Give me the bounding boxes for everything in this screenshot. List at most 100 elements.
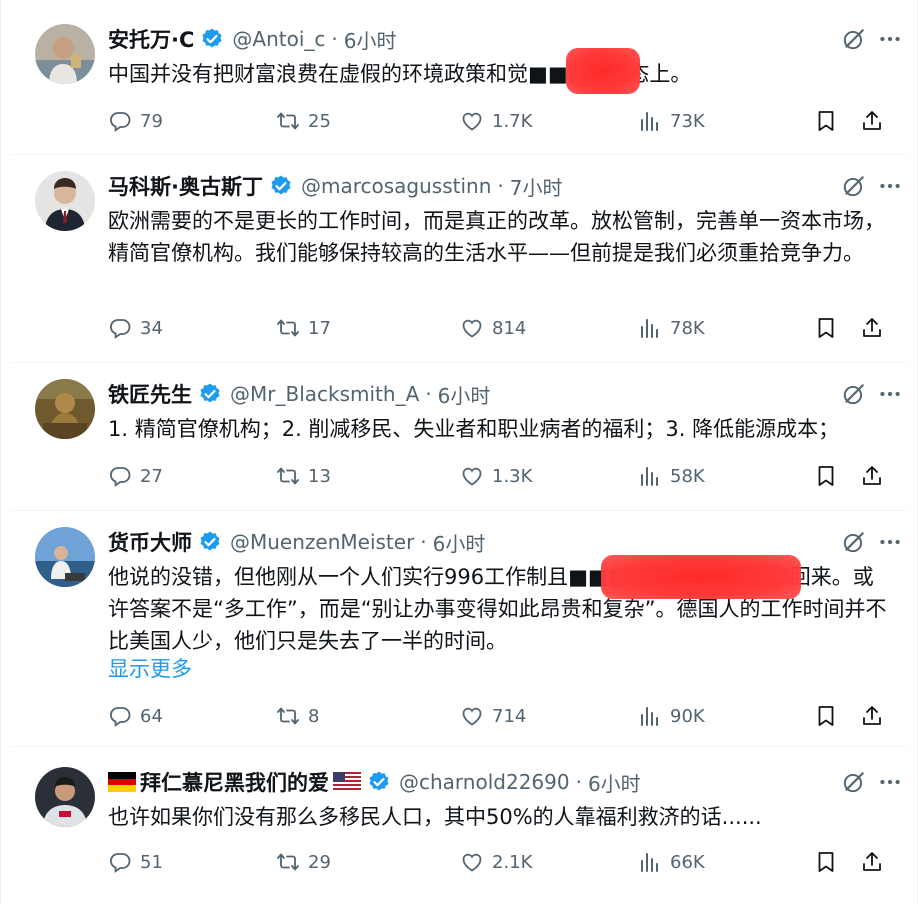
avatar[interactable]	[35, 171, 95, 231]
views-icon	[638, 704, 662, 728]
display-name[interactable]: 货币大师	[108, 527, 192, 557]
share-icon	[860, 704, 884, 728]
germany-flag-icon	[108, 772, 136, 792]
tweet-text: 中国并没有把财富浪费在虚假的环境政策和觉■■■■形态上。	[108, 62, 692, 86]
share-icon	[860, 464, 884, 488]
more-icon[interactable]	[877, 769, 903, 795]
share-button[interactable]	[860, 313, 884, 343]
retweet-icon	[276, 109, 300, 133]
display-name[interactable]: 拜仁慕尼黑我们的爱	[140, 767, 329, 797]
retweet-button[interactable]: 29	[276, 847, 331, 877]
share-button[interactable]	[860, 461, 884, 491]
tweet-card[interactable]: 铁匠先生 @Mr_Blacksmith_A · 6小时 1. 精简官僚机构；2.…	[11, 363, 907, 511]
user-handle[interactable]: @MuenzenMeister	[230, 530, 414, 554]
reply-button[interactable]: 79	[108, 106, 163, 136]
more-icon[interactable]	[877, 173, 903, 199]
avatar[interactable]	[35, 767, 95, 827]
user-handle[interactable]: @marcosagusstinn	[301, 174, 491, 198]
like-count: 1.7K	[492, 110, 533, 132]
user-handle[interactable]: @Mr_Blacksmith_A	[230, 382, 419, 406]
show-more-link[interactable]: 显示更多	[108, 653, 192, 683]
timestamp[interactable]: 7小时	[510, 172, 563, 201]
tweet-card[interactable]: 安托万·C @Antoi_c · 6小时 中国并没有把财富浪费在虚假的环境政策和…	[11, 0, 907, 155]
action-bar: 34 17 814 78K	[108, 313, 885, 343]
avatar[interactable]	[35, 24, 95, 84]
avatar[interactable]	[35, 379, 95, 439]
retweet-button[interactable]: 8	[276, 701, 319, 731]
like-count: 2.1K	[492, 851, 533, 873]
grok-icon[interactable]	[841, 381, 867, 407]
separator: ·	[425, 382, 432, 406]
bookmark-button[interactable]	[814, 106, 838, 136]
bookmark-button[interactable]	[814, 701, 838, 731]
views-button[interactable]: 58K	[638, 461, 705, 491]
views-button[interactable]: 66K	[638, 847, 705, 877]
timestamp[interactable]: 6小时	[344, 25, 397, 54]
reply-count: 27	[140, 465, 163, 487]
share-button[interactable]	[860, 106, 884, 136]
reply-button[interactable]: 34	[108, 313, 163, 343]
more-icon[interactable]	[877, 529, 903, 555]
retweet-count: 25	[308, 110, 331, 132]
verified-badge-icon	[367, 770, 391, 794]
avatar[interactable]	[35, 527, 95, 587]
share-button[interactable]	[860, 847, 884, 877]
action-bar: 64 8 714 90K	[108, 701, 885, 731]
tweet-card[interactable]: 货币大师 @MuenzenMeister · 6小时 他说的没错，但他刚从一个人…	[11, 511, 907, 747]
grok-icon[interactable]	[841, 173, 867, 199]
bookmark-icon	[814, 704, 838, 728]
views-icon	[638, 850, 662, 874]
timestamp[interactable]: 6小时	[588, 768, 641, 797]
retweet-button[interactable]: 25	[276, 106, 331, 136]
display-name[interactable]: 铁匠先生	[108, 379, 192, 409]
tweet-feed: 安托万·C @Antoi_c · 6小时 中国并没有把财富浪费在虚假的环境政策和…	[0, 0, 918, 904]
views-button[interactable]: 73K	[638, 106, 705, 136]
verified-badge-icon	[200, 27, 224, 51]
separator: ·	[420, 530, 427, 554]
like-button[interactable]: 1.7K	[460, 106, 532, 136]
more-icon[interactable]	[877, 26, 903, 52]
bookmark-button[interactable]	[814, 461, 838, 491]
reply-button[interactable]: 27	[108, 461, 163, 491]
reply-button[interactable]: 51	[108, 847, 163, 877]
reply-count: 51	[140, 851, 163, 873]
redaction-mark	[566, 48, 640, 94]
tweet-card[interactable]: 马科斯·奥古斯丁 @marcosagusstinn · 7小时 欧洲需要的不是更…	[11, 155, 907, 363]
reply-button[interactable]: 64	[108, 701, 163, 731]
retweet-icon	[276, 316, 300, 340]
like-button[interactable]: 814	[460, 313, 526, 343]
share-button[interactable]	[860, 701, 884, 731]
like-button[interactable]: 2.1K	[460, 847, 532, 877]
retweet-count: 8	[308, 705, 320, 727]
share-icon	[860, 850, 884, 874]
reply-count: 79	[140, 110, 163, 132]
bookmark-button[interactable]	[814, 313, 838, 343]
retweet-button[interactable]: 13	[276, 461, 331, 491]
views-button[interactable]: 78K	[638, 313, 705, 343]
bookmark-button[interactable]	[814, 847, 838, 877]
separator: ·	[331, 27, 338, 51]
like-button[interactable]: 714	[460, 701, 526, 731]
grok-icon[interactable]	[841, 529, 867, 555]
like-button[interactable]: 1.3K	[460, 461, 532, 491]
more-icon[interactable]	[877, 381, 903, 407]
tweet-card[interactable]: 拜仁慕尼黑我们的爱 @charnold22690 · 6小时 也许如果你们没有那…	[11, 747, 907, 904]
display-name[interactable]: 马科斯·奥古斯丁	[108, 171, 263, 201]
views-button[interactable]: 90K	[638, 701, 705, 731]
reply-count: 34	[140, 317, 163, 339]
timestamp[interactable]: 6小时	[433, 528, 486, 557]
bookmark-icon	[814, 316, 838, 340]
tweet-text: 也许如果你们没有那么多移民人口，其中50%的人靠福利救济的话......	[108, 805, 762, 829]
tweet-text: 欧洲需要的不是更长的工作时间，而是真正的改革。放松管制，完善单一资本市场，精简官…	[108, 209, 885, 265]
retweet-count: 29	[308, 851, 331, 873]
retweet-button[interactable]: 17	[276, 313, 331, 343]
grok-icon[interactable]	[841, 769, 867, 795]
grok-icon[interactable]	[841, 26, 867, 52]
user-handle[interactable]: @Antoi_c	[232, 27, 325, 51]
reply-icon	[108, 316, 132, 340]
like-icon	[460, 704, 484, 728]
bookmark-icon	[814, 109, 838, 133]
timestamp[interactable]: 6小时	[438, 380, 491, 409]
user-handle[interactable]: @charnold22690	[399, 770, 570, 794]
display-name[interactable]: 安托万·C	[108, 24, 194, 54]
